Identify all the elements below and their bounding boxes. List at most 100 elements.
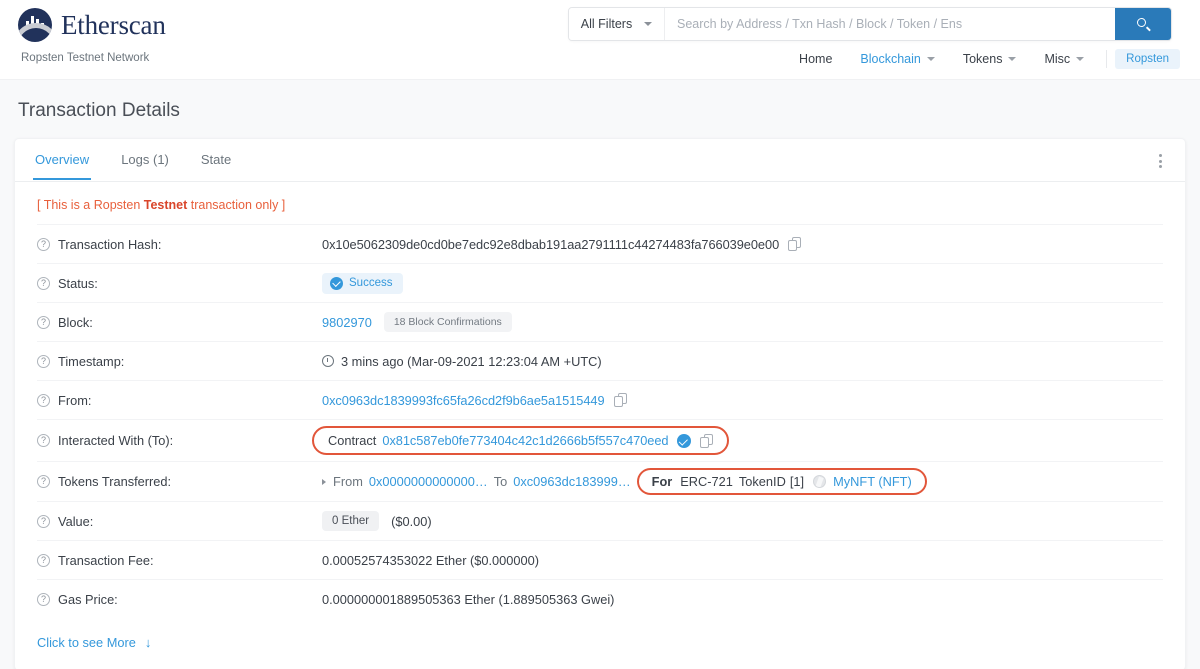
row-from: ? From: 0xc0963dc1839993fc65fa26cd2f9b6a… <box>37 380 1163 419</box>
search-button[interactable] <box>1115 8 1171 40</box>
click-to-see-more-label[interactable]: Click to see More <box>37 635 136 650</box>
clock-icon <box>322 355 334 367</box>
nav-label-home: Home <box>799 52 833 66</box>
tab-logs[interactable]: Logs (1) <box>119 140 171 180</box>
token-id-label: TokenID <box>738 474 786 489</box>
token-to-address-link[interactable]: 0xc0963dc183999… <box>513 474 630 489</box>
testnet-notice-prefix: [ This is a Ropsten <box>37 198 144 212</box>
network-badge[interactable]: Ropsten <box>1115 49 1180 69</box>
value-status: Success <box>322 272 404 294</box>
chevron-down-icon <box>1008 57 1017 61</box>
expand-triangle-icon[interactable] <box>322 478 326 485</box>
token-standard-label: ERC-721 <box>680 474 733 489</box>
nav-label-misc: Misc <box>1044 52 1071 66</box>
token-name-link[interactable]: MyNFT (NFT) <box>833 474 912 489</box>
label-text: Interacted With (To): <box>58 433 174 448</box>
click-to-see-more[interactable]: Click to see More ↓ <box>15 618 1185 669</box>
chevron-down-icon <box>926 57 935 61</box>
token-for-label: For <box>651 474 673 489</box>
help-icon[interactable]: ? <box>37 475 50 488</box>
label-text: Gas Price: <box>58 591 118 607</box>
tab-state[interactable]: State <box>199 140 233 180</box>
value-tokens-transferred: From 0x0000000000000… To 0xc0963dc183999… <box>322 468 927 495</box>
more-vertical-icon[interactable] <box>1149 150 1171 172</box>
label-status: ? Status: <box>37 276 322 291</box>
chevron-down-icon <box>1076 57 1085 61</box>
label-interacted-with: ? Interacted With (To): <box>37 433 322 448</box>
label-gas-price: ? Gas Price: <box>37 592 322 607</box>
page-title: Transaction Details <box>18 100 180 121</box>
help-icon[interactable]: ? <box>37 592 50 606</box>
label-text: Transaction Hash: <box>58 236 162 252</box>
nav-item-tokens[interactable]: Tokens <box>949 48 1031 70</box>
copy-icon[interactable] <box>788 237 802 251</box>
label-value: ? Value: <box>37 514 322 529</box>
all-filters-dropdown[interactable]: All Filters <box>569 8 665 40</box>
tab-state-label: State <box>200 152 232 167</box>
label-text: Tokens Transferred: <box>58 474 172 489</box>
label-text: Value: <box>58 513 94 529</box>
row-transaction-fee: ? Transaction Fee: 0.00052574353022 Ethe… <box>37 540 1163 579</box>
help-icon[interactable]: ? <box>37 434 50 447</box>
label-text: Timestamp: <box>58 353 125 369</box>
copy-icon[interactable] <box>613 393 627 407</box>
interacted-with-highlight: Contract 0x81c587eb0fe773404c42c1d2666b5… <box>312 426 730 455</box>
tab-bar: Overview Logs (1) State <box>15 139 1185 182</box>
label-text: Transaction Fee: <box>58 552 154 568</box>
chevron-down-icon <box>644 22 653 26</box>
label-text: Status: <box>58 275 98 291</box>
from-address-link[interactable]: 0xc0963dc1839993fc65fa26cd2f9b6ae5a15154… <box>322 393 605 408</box>
block-confirmations-badge: 18 Block Confirmations <box>383 312 512 332</box>
nav-item-misc[interactable]: Misc <box>1030 48 1098 70</box>
help-icon[interactable]: ? <box>37 354 50 368</box>
search-bar: All Filters <box>568 7 1172 41</box>
value-interacted-with: Contract 0x81c587eb0fe773404c42c1d2666b5… <box>312 426 730 455</box>
site-header: Etherscan Ropsten Testnet Network All Fi… <box>0 0 1200 80</box>
nav-label-tokens: Tokens <box>962 52 1003 66</box>
status-badge-label: Success <box>349 277 393 289</box>
row-gas-price: ? Gas Price: 0.000000001889505363 Ether … <box>37 579 1163 618</box>
row-tokens-transferred: ? Tokens Transferred: From 0x00000000000… <box>37 461 1163 501</box>
testnet-notice-emphasis: Testnet <box>143 198 188 212</box>
label-timestamp: ? Timestamp: <box>37 354 322 369</box>
help-icon[interactable]: ? <box>37 237 50 251</box>
nav-item-blockchain[interactable]: Blockchain <box>846 48 948 70</box>
value-transaction-fee: 0.00052574353022 Ether ($0.000000) <box>322 552 540 568</box>
help-icon[interactable]: ? <box>37 553 50 567</box>
contract-address-link[interactable]: 0x81c587eb0fe773404c42c1d2666b5f557c470e… <box>382 433 668 448</box>
transaction-hash-value: 0x10e5062309de0cd0be7edc92e8dbab191aa279… <box>322 236 780 252</box>
network-label: Ropsten Testnet Network <box>21 52 150 64</box>
brand-logo[interactable]: Etherscan <box>18 8 166 42</box>
value-transaction-hash: 0x10e5062309de0cd0be7edc92e8dbab191aa279… <box>322 236 802 252</box>
testnet-notice: [ This is a Ropsten Testnet transaction … <box>15 182 1185 224</box>
help-icon[interactable]: ? <box>37 315 50 329</box>
value-amount: 0 Ether ($0.00) <box>322 511 432 531</box>
search-icon <box>1136 17 1151 32</box>
tab-logs-label: Logs (1) <box>121 152 169 167</box>
detail-rows: ? Transaction Hash: 0x10e5062309de0cd0be… <box>15 224 1185 618</box>
check-circle-icon <box>330 276 343 290</box>
help-icon[interactable]: ? <box>37 393 50 407</box>
label-tokens-transferred: ? Tokens Transferred: <box>37 474 322 489</box>
etherscan-logo-icon <box>18 8 52 42</box>
help-icon[interactable]: ? <box>37 276 50 290</box>
label-text: Block: <box>58 314 93 330</box>
token-from-address-link[interactable]: 0x0000000000000… <box>369 474 488 489</box>
copy-icon[interactable] <box>700 433 714 448</box>
help-icon[interactable]: ? <box>37 514 50 528</box>
tab-overview[interactable]: Overview <box>33 140 92 180</box>
nav-item-home[interactable]: Home <box>785 48 846 70</box>
all-filters-label: All Filters <box>580 17 633 31</box>
search-input[interactable] <box>665 8 1115 40</box>
brand-name: Etherscan <box>61 9 166 40</box>
tab-overview-label: Overview <box>35 152 90 167</box>
label-transaction-hash: ? Transaction Hash: <box>37 237 322 252</box>
row-value: ? Value: 0 Ether ($0.00) <box>37 501 1163 540</box>
value-block: 9802970 18 Block Confirmations <box>322 312 512 332</box>
main-nav: Home Blockchain Tokens Misc Ropsten <box>785 48 1180 70</box>
row-interacted-with: ? Interacted With (To): Contract 0x81c58… <box>37 419 1163 461</box>
label-from: ? From: <box>37 393 322 408</box>
contract-prefix-label: Contract <box>328 433 377 448</box>
value-from: 0xc0963dc1839993fc65fa26cd2f9b6ae5a15154… <box>322 393 627 408</box>
block-number-link[interactable]: 9802970 <box>322 315 372 330</box>
